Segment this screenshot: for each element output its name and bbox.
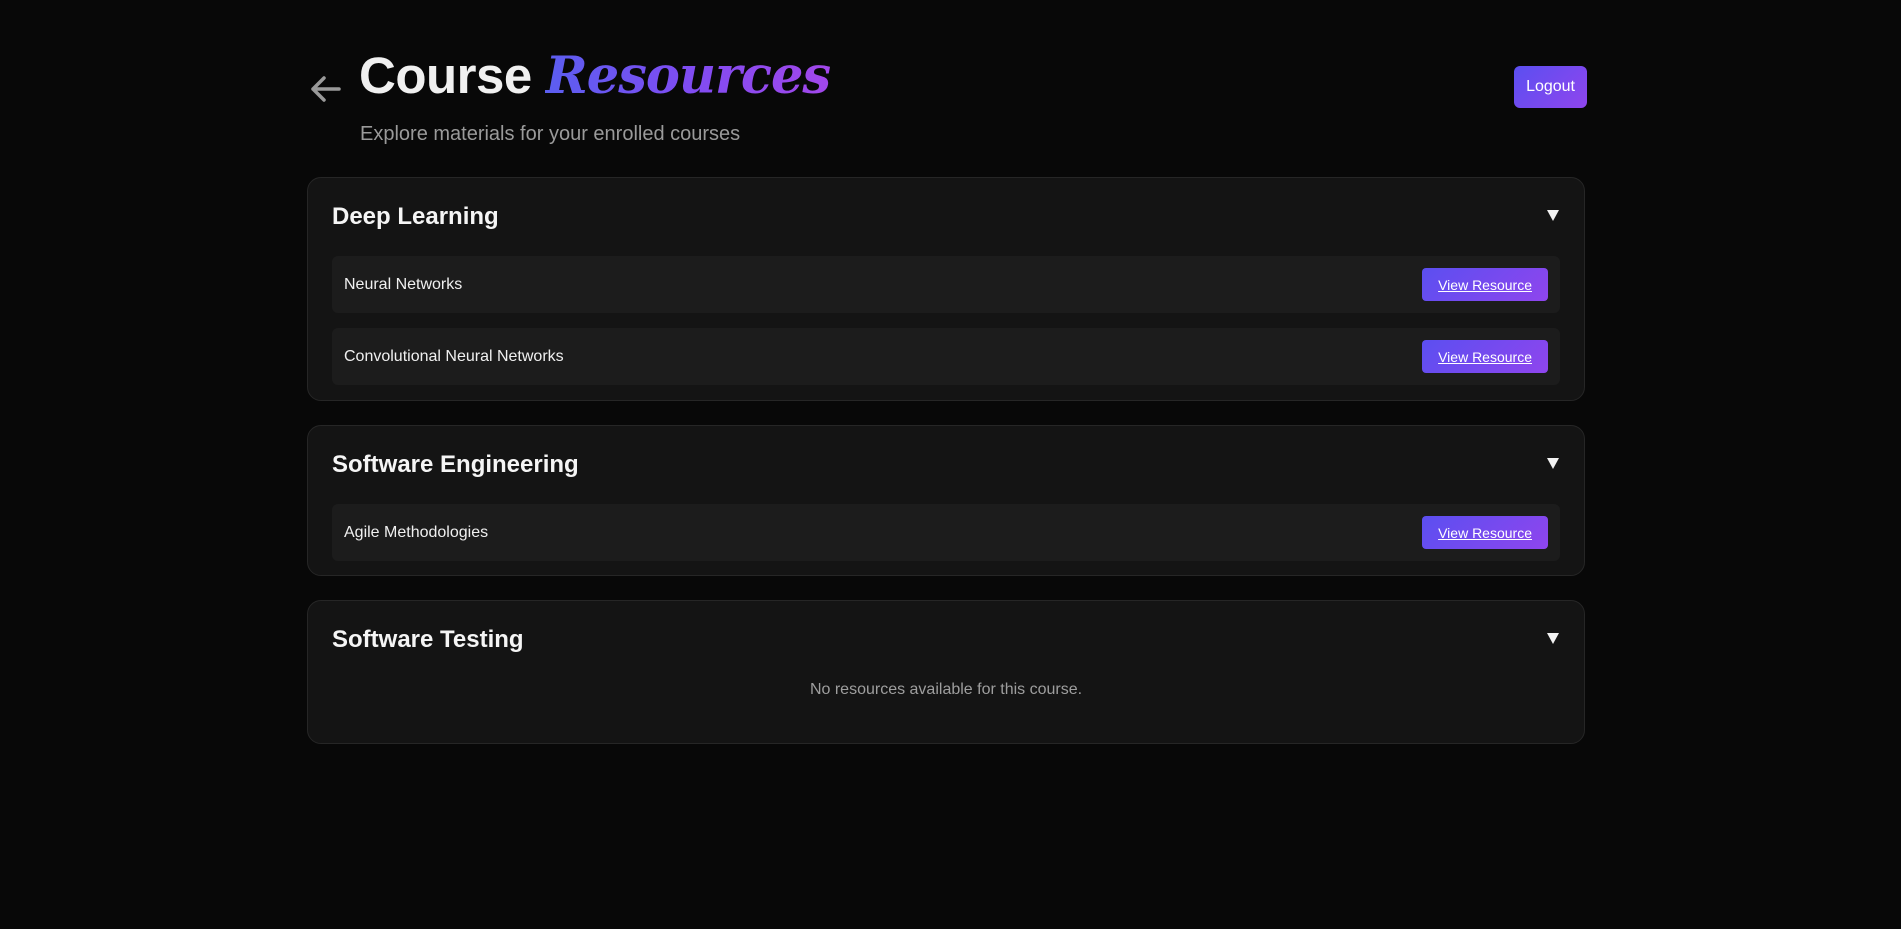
page-title-accent: Resources	[545, 46, 831, 106]
back-button[interactable]	[307, 72, 343, 106]
course-card-deep-learning: Deep Learning Neural Networks View Resou…	[307, 177, 1585, 401]
caret-down-icon[interactable]	[1546, 208, 1560, 222]
course-header-deep-learning[interactable]: Deep Learning	[308, 178, 1584, 256]
resource-name: Neural Networks	[344, 276, 463, 293]
logout-button[interactable]: Logout	[1514, 66, 1587, 108]
course-card-software-testing: Software Testing No resources available …	[307, 600, 1585, 744]
course-title: Software Engineering	[332, 451, 579, 478]
resource-row: Convolutional Neural Networks View Resou…	[332, 328, 1560, 385]
page-subtitle: Explore materials for your enrolled cour…	[360, 123, 741, 145]
empty-resources-message: No resources available for this course.	[809, 681, 1083, 698]
course-resources-page: Course Resources Explore materials for y…	[307, 0, 1587, 744]
course-card-software-engineering: Software Engineering Agile Methodologies…	[307, 425, 1585, 576]
page-title-main: Course	[359, 47, 532, 104]
course-title: Deep Learning	[332, 203, 499, 230]
view-resource-button[interactable]: View Resource	[1422, 340, 1548, 373]
page-header: Course Resources Explore materials for y…	[307, 0, 1587, 177]
resource-row: Neural Networks View Resource	[332, 256, 1560, 313]
resource-row: Agile Methodologies View Resource	[332, 504, 1560, 561]
resource-name: Agile Methodologies	[344, 524, 489, 541]
caret-down-icon[interactable]	[1546, 631, 1560, 645]
caret-down-icon[interactable]	[1546, 456, 1560, 470]
course-header-software-engineering[interactable]: Software Engineering	[308, 426, 1584, 504]
course-title: Software Testing	[332, 626, 524, 653]
course-header-software-testing[interactable]: Software Testing	[308, 601, 1584, 679]
arrow-left-icon	[311, 76, 341, 102]
view-resource-button[interactable]: View Resource	[1422, 268, 1548, 301]
page-title: Course Resources	[359, 44, 831, 108]
view-resource-button[interactable]: View Resource	[1422, 516, 1548, 549]
resource-name: Convolutional Neural Networks	[344, 348, 564, 365]
